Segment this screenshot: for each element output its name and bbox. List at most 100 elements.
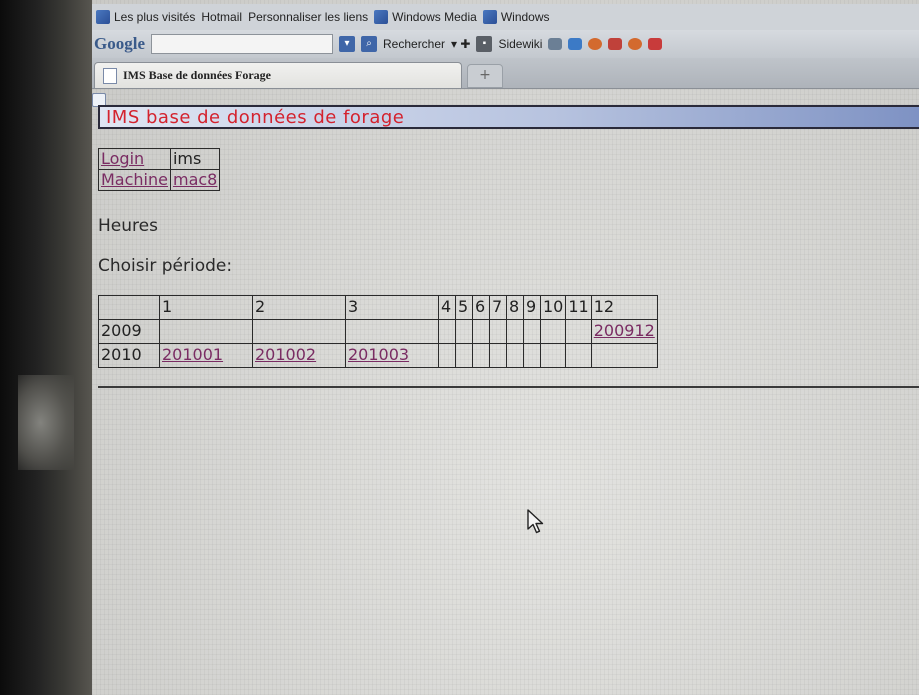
period-link-201002[interactable]: 201002: [255, 345, 316, 364]
machine-link[interactable]: Machine: [101, 170, 168, 189]
machine-value-link[interactable]: mac8: [173, 170, 217, 189]
month-header: 5: [455, 295, 473, 320]
table-cell: 201003: [345, 343, 439, 368]
monitor-bezel: [0, 0, 92, 695]
bookmark-windows[interactable]: Windows: [482, 10, 550, 24]
chevron-down-icon[interactable]: ▾ ✚: [451, 37, 470, 51]
month-header: 1: [159, 295, 253, 320]
bookmark-label: Hotmail: [201, 10, 243, 24]
page-content: IMS base de données de forage Login ims …: [92, 89, 919, 695]
table-cell: [159, 319, 253, 344]
tab-bar: IMS Base de données Forage +: [92, 58, 919, 89]
year-cell: 2010: [98, 343, 160, 368]
windows-icon: [482, 10, 497, 24]
bookmark-label: Windows Media: [392, 10, 477, 24]
month-header: 3: [345, 295, 439, 320]
search-icon[interactable]: ⌕: [361, 36, 377, 52]
search-dropdown-icon[interactable]: ▾: [339, 36, 355, 52]
period-link-201001[interactable]: 201001: [162, 345, 223, 364]
table-cell: [438, 319, 456, 344]
year-cell: 2009: [98, 319, 160, 344]
table-corner-cell: [98, 295, 160, 320]
table-cell: 201001: [159, 343, 253, 368]
sidewiki-icon: ▪: [476, 36, 493, 52]
table-cell: [455, 343, 473, 368]
table-row: 2009 200912: [98, 319, 658, 344]
month-header: 2: [252, 295, 346, 320]
table-row: 2010 201001 201002 201003: [98, 343, 658, 368]
bookmark-hotmail[interactable]: Hotmail: [92, 10, 243, 107]
table-cell: [523, 319, 541, 344]
new-tab-button[interactable]: +: [467, 64, 503, 88]
mouse-cursor-icon: [527, 509, 544, 534]
login-value: ims: [169, 148, 221, 170]
bookmark-label: Windows: [500, 10, 550, 24]
sidewiki-button[interactable]: Sidewiki: [498, 37, 542, 51]
page-title-bar: IMS base de données de forage: [98, 105, 919, 129]
table-cell: [252, 319, 346, 344]
gmail-icon[interactable]: [648, 38, 663, 50]
table-cell: [565, 319, 592, 344]
notebook-icon[interactable]: [608, 38, 623, 50]
bezel-glare: [18, 375, 74, 470]
spiral-icon[interactable]: [588, 38, 603, 50]
month-header: 8: [506, 295, 524, 320]
table-cell: 200912: [590, 319, 658, 344]
period-link-200912[interactable]: 200912: [594, 321, 655, 340]
bookmark-icon[interactable]: [548, 38, 563, 50]
bookmark-most-visited[interactable]: Les plus visités: [96, 10, 195, 24]
browser-screen: Les plus visités Hotmail Personnaliser l…: [92, 0, 919, 695]
search-button[interactable]: Rechercher: [383, 37, 445, 51]
table-cell: [472, 343, 490, 368]
month-header: 9: [523, 295, 541, 320]
tab-ims-forage[interactable]: IMS Base de données Forage: [94, 62, 462, 88]
table-cell: [345, 319, 439, 344]
table-cell: [438, 343, 456, 368]
table-cell: [523, 343, 541, 368]
bookmark-label: Personnaliser les liens: [248, 10, 369, 24]
hours-label: Heures: [98, 216, 158, 236]
toolbar-icons: [548, 38, 663, 50]
table-cell: [590, 343, 658, 368]
login-link[interactable]: Login: [101, 149, 144, 168]
table-cell: [506, 319, 524, 344]
table-cell: [565, 343, 592, 368]
month-header: 6: [472, 295, 490, 320]
login-info-table: Login ims Machine mac8: [98, 148, 221, 191]
windows-icon: [374, 10, 389, 24]
horizontal-rule: [98, 386, 919, 388]
month-header: 10: [539, 295, 567, 320]
table-cell: [539, 319, 567, 344]
choose-period-label: Choisir période:: [98, 256, 233, 276]
google-toolbar: Google ▾ ⌕ Rechercher ▾ ✚ ▪ Sidewiki: [92, 30, 919, 58]
bookmark-customize-links[interactable]: Personnaliser les liens: [92, 10, 369, 107]
period-link-201003[interactable]: 201003: [348, 345, 409, 364]
bookmarks-bar: Les plus visités Hotmail Personnaliser l…: [92, 4, 919, 107]
table-cell: mac8: [169, 169, 221, 191]
table-cell: [472, 319, 490, 344]
table-cell: Machine: [98, 169, 171, 191]
tab-title: IMS Base de données Forage: [123, 68, 271, 82]
month-header: 11: [565, 295, 592, 320]
page-title: IMS base de données de forage: [106, 107, 405, 128]
table-cell: [489, 319, 507, 344]
page-icon: [103, 67, 117, 84]
month-header: 7: [489, 295, 507, 320]
google-logo: Google: [94, 34, 145, 53]
bookmark-windows-media[interactable]: Windows Media: [374, 10, 477, 24]
period-table: 1 2 3 4 5 6 7 8 9 10 11 12 2009 200912 2…: [98, 295, 658, 368]
month-header: 4: [438, 295, 456, 320]
table-cell: [506, 343, 524, 368]
google-search-input[interactable]: [151, 34, 333, 54]
blue-folder-icon: [96, 10, 110, 24]
table-row: Login ims: [98, 148, 221, 170]
share-icon[interactable]: [568, 38, 583, 50]
spiral-icon[interactable]: [628, 38, 643, 50]
table-header-row: 1 2 3 4 5 6 7 8 9 10 11 12: [98, 295, 658, 320]
month-header: 12: [590, 295, 658, 320]
table-cell: 201002: [252, 343, 346, 368]
table-cell: [539, 343, 567, 368]
table-cell: [455, 319, 473, 344]
table-cell: [489, 343, 507, 368]
table-cell: Login: [98, 148, 171, 170]
